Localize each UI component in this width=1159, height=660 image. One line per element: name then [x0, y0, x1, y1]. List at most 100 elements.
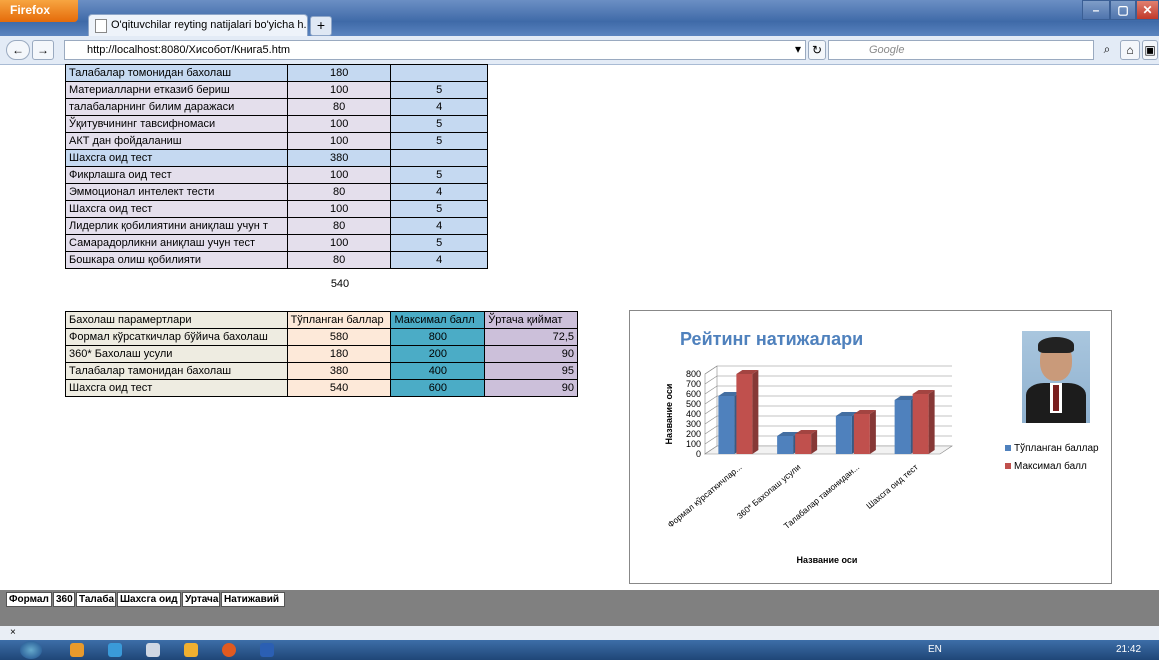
bar-side — [811, 430, 818, 454]
sheet-tab[interactable]: Уртача — [182, 592, 220, 607]
forward-icon[interactable]: → — [32, 40, 54, 60]
max-score-cell: 80 — [286, 98, 392, 116]
legend-label: Максимал балл — [1014, 460, 1087, 472]
y-axis-label: Название оси — [664, 384, 674, 445]
table-cell: 90 — [484, 345, 578, 363]
close-icon[interactable]: ✕ — [1136, 0, 1159, 20]
y-tick-label: 100 — [686, 439, 701, 449]
max-score-cell: 100 — [286, 234, 392, 252]
criterion-label: Шахсга оид тест — [65, 149, 288, 167]
sheet-tab[interactable]: 360 — [53, 592, 75, 607]
y-tick-label: 700 — [686, 379, 701, 389]
tab-title: O'qituvchilar reyting natijalari bo'yich… — [111, 19, 308, 31]
max-score-cell: 100 — [286, 115, 392, 133]
bar — [894, 400, 911, 454]
table-row: Лидерлик қобилиятини аниқлаш учун т 80 4 — [65, 217, 488, 235]
criterion-label: АКТ дан фойдаланиш — [65, 132, 288, 150]
column-header: Максимал балл — [390, 311, 486, 329]
table-row: Формал кўрсаткичлар бўйича бахолаш 580 800… — [65, 328, 578, 346]
new-tab-button[interactable]: + — [310, 16, 332, 36]
dropdown-icon[interactable]: ▾ — [790, 40, 806, 60]
windows-taskbar: EN 21:42 — [0, 640, 1159, 660]
browser-tab[interactable]: O'qituvchilar reyting natijalari bo'yich… — [88, 14, 308, 36]
rating-chart[interactable]: Рейтинг натижалари 0 100 200 300 400 500 600 700… — [629, 310, 1112, 584]
files-icon[interactable] — [146, 643, 160, 657]
weight-cell: 5 — [390, 166, 488, 184]
y-tick-label: 300 — [686, 419, 701, 429]
bar — [835, 416, 852, 454]
table-cell: 540 — [286, 379, 392, 397]
reload-icon[interactable]: ↻ — [808, 40, 826, 60]
table-cell: 72,5 — [484, 328, 578, 346]
table-cell: 360* Бахолаш усули — [65, 345, 288, 363]
table-row: Шахсга оид тест 380 — [65, 149, 488, 167]
bar — [718, 396, 735, 454]
table-cell: 90 — [484, 379, 578, 397]
sheet-tab-bar: Формал 360 Талаба Шахсга оид Уртача Натижавий — [0, 590, 1159, 626]
summary-table: Бахолаш парамертлари Тўпланган баллар Макс… — [65, 311, 578, 397]
max-score-cell: 180 — [286, 64, 392, 82]
table-row: Талабалар тамонидан бахолаш 380 400 95 — [65, 362, 578, 380]
max-score-cell: 80 — [286, 183, 392, 201]
criterion-label: Талабалар томонидан бахолаш — [65, 64, 288, 82]
x-tick-label: Формал кўрсаткичлар... — [666, 462, 744, 530]
bookmarks-icon[interactable]: ▣ — [1142, 40, 1158, 60]
criteria-total: 540 — [330, 278, 350, 290]
max-score-cell: 80 — [286, 217, 392, 235]
bar — [912, 394, 929, 454]
bar — [853, 414, 870, 454]
y-tick-label: 0 — [696, 449, 701, 459]
column-header: Тўпланган баллар — [286, 311, 392, 329]
close-findbar-icon[interactable]: × — [10, 627, 16, 638]
table-row: Материалларни етказиб бериш 100 5 — [65, 81, 488, 99]
criterion-label: талабаларнинг билим даражаси — [65, 98, 288, 116]
table-cell: 800 — [390, 328, 486, 346]
sheet-tab[interactable]: Натижавий — [221, 592, 285, 607]
minimize-icon[interactable]: – — [1082, 0, 1110, 20]
legend-swatch — [1005, 463, 1011, 469]
language-indicator[interactable]: EN — [928, 644, 942, 655]
firefox-icon[interactable] — [222, 643, 236, 657]
search-icon[interactable]: ⌕ — [1098, 40, 1116, 60]
search-placeholder: Google — [869, 44, 905, 56]
url-bar[interactable]: http://localhost:8080/Хисобот/Книга5.htm — [64, 40, 806, 60]
weight-cell: 4 — [390, 183, 488, 201]
table-row: Шахсга оид тест 100 5 — [65, 200, 488, 218]
x-axis-label: Название оси — [797, 555, 858, 565]
table-row: Фикрлашга оид тест 100 5 — [65, 166, 488, 184]
weight-cell: 4 — [390, 98, 488, 116]
weight-cell — [390, 64, 488, 82]
table-cell: 95 — [484, 362, 578, 380]
page-icon — [95, 19, 107, 33]
sheet-tab[interactable]: Талаба — [76, 592, 116, 607]
weight-cell: 5 — [390, 234, 488, 252]
bar — [736, 374, 753, 454]
weight-cell: 5 — [390, 115, 488, 133]
clock[interactable]: 21:42 — [1116, 644, 1141, 655]
explorer-icon[interactable] — [108, 643, 122, 657]
word-icon[interactable] — [260, 643, 274, 657]
weight-cell: 4 — [390, 217, 488, 235]
chrome-icon[interactable] — [70, 643, 84, 657]
table-cell: Формал кўрсаткичлар бўйича бахолаш — [65, 328, 288, 346]
back-icon[interactable]: ← — [6, 40, 30, 60]
home-icon[interactable]: ⌂ — [1120, 40, 1140, 60]
table-cell: 380 — [286, 362, 392, 380]
app-icon[interactable] — [184, 643, 198, 657]
search-input[interactable]: Google — [828, 40, 1094, 60]
table-row: Шахсга оид тест 540 600 90 — [65, 379, 578, 397]
sheet-tab[interactable]: Шахсга оид — [117, 592, 181, 607]
table-row: 360* Бахолаш усули 180 200 90 — [65, 345, 578, 363]
y-tick-label: 400 — [686, 409, 701, 419]
legend-label: Тўпланган баллар — [1014, 442, 1099, 454]
start-icon[interactable] — [20, 641, 42, 659]
table-row: АКТ дан фойдаланиш 100 5 — [65, 132, 488, 150]
weight-cell: 5 — [390, 200, 488, 218]
x-tick-label: 360* Бахолаш усули — [735, 462, 803, 521]
sheet-tab[interactable]: Формал — [6, 592, 52, 607]
bar-side — [928, 390, 935, 454]
y-tick-label: 800 — [686, 369, 701, 379]
firefox-menu-button[interactable]: Firefox — [0, 0, 78, 22]
criterion-label: Фикрлашга оид тест — [65, 166, 288, 184]
maximize-icon[interactable]: ▢ — [1110, 0, 1136, 20]
